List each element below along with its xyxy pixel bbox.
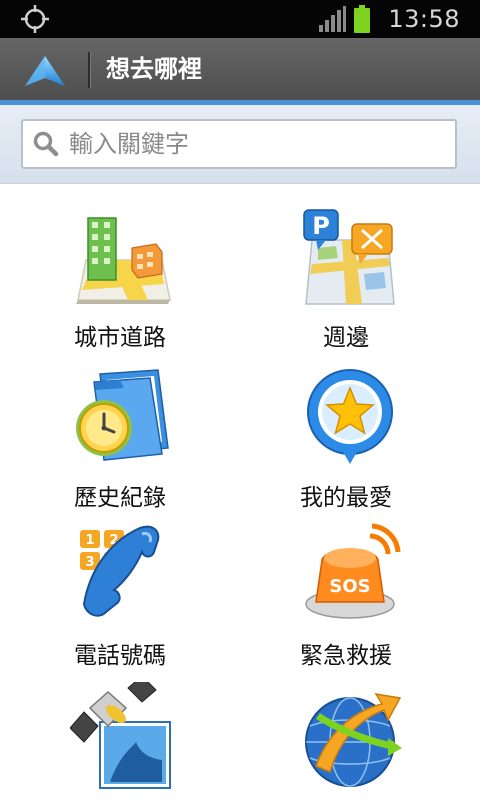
menu-item-globe[interactable] (226, 662, 466, 800)
menu-item-nearby[interactable]: P 週邊 (226, 184, 466, 351)
status-indicators: 13:58 (318, 0, 460, 38)
satellite-icon (70, 682, 171, 789)
city-road-icon (76, 217, 171, 304)
menu-item-satellite[interactable] (0, 662, 240, 800)
gps-crosshair-icon (21, 5, 49, 33)
menu-grid: 城市道路 P 週邊 歷史紀錄 我的最愛 1 2 3 電話號碼 SOS 緊急救援 (0, 184, 480, 800)
battery-icon (354, 5, 371, 33)
menu-item-phone[interactable]: 1 2 3 4 電話號碼 (0, 502, 240, 669)
app-header: 想去哪裡 (0, 38, 480, 105)
svg-text:SOS: SOS (329, 576, 370, 597)
menu-item-favorites[interactable]: 我的最愛 (226, 344, 466, 511)
search-input[interactable] (69, 127, 449, 161)
status-bar: 13:58 (0, 0, 480, 38)
search-box[interactable] (21, 119, 457, 169)
screen: 13:58 想去哪裡 輸入關鍵字 城市道路 P 週邊 歷史紀錄 我的最愛 1 2… (0, 0, 480, 800)
svg-text:1: 1 (85, 533, 94, 548)
globe-arrow-icon (305, 692, 402, 787)
favorite-star-icon (307, 369, 393, 464)
signal-icon (319, 6, 347, 32)
phone-keypad-icon: 1 2 3 4 (80, 525, 160, 617)
search-area (0, 105, 480, 184)
svg-text:3: 3 (85, 555, 94, 570)
menu-item-history[interactable]: 歷史紀錄 (0, 344, 240, 511)
page-title: 想去哪裡 (106, 55, 202, 83)
history-folder-icon (76, 369, 169, 461)
navigation-arrow-icon[interactable] (24, 54, 66, 88)
menu-item-city-road[interactable]: 城市道路 (0, 184, 240, 351)
menu-item-sos[interactable]: SOS 緊急救援 (226, 502, 466, 669)
header-divider (88, 52, 90, 88)
svg-text:P: P (312, 212, 330, 240)
status-clock: 13:58 (388, 5, 460, 33)
sos-siren-icon: SOS (305, 523, 401, 619)
nearby-poi-icon: P (303, 209, 395, 305)
search-icon (33, 131, 59, 157)
